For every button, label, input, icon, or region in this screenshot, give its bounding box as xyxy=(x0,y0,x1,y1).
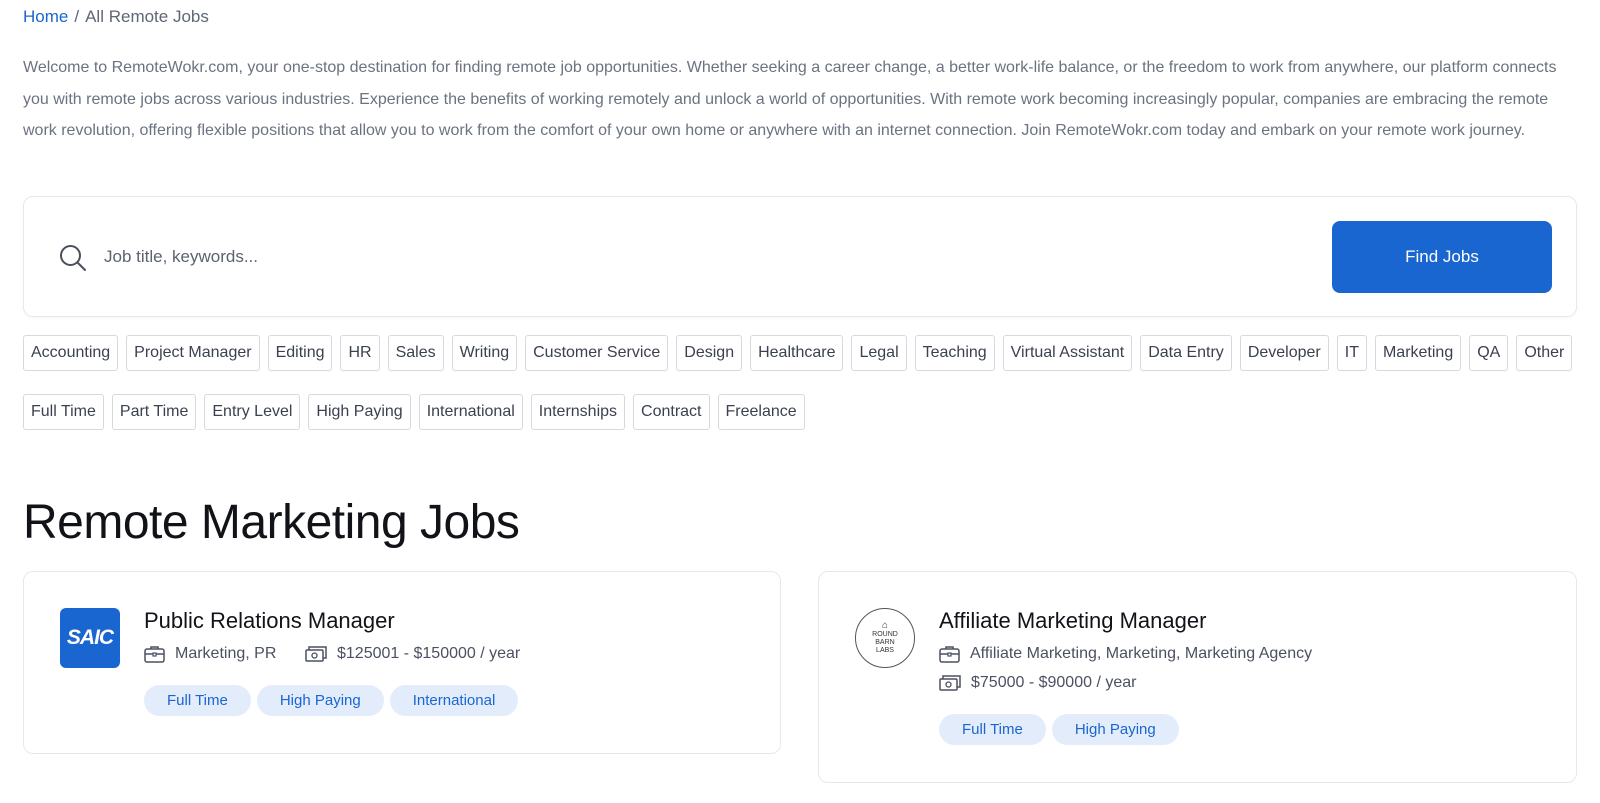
salary-text: $75000 - $90000 / year xyxy=(971,674,1137,691)
category-tag-writing[interactable]: Writing xyxy=(451,335,518,371)
find-jobs-button[interactable]: Find Jobs xyxy=(1332,221,1552,293)
job-tag-high-paying[interactable]: High Paying xyxy=(256,685,384,716)
category-tag-hr[interactable]: HR xyxy=(340,335,380,371)
category-tag-teaching[interactable]: Teaching xyxy=(914,335,995,371)
job-categories: Marketing, PR xyxy=(144,645,276,663)
breadcrumb-current: All Remote Jobs xyxy=(85,7,209,26)
section-title: Remote Marketing Jobs xyxy=(23,496,520,549)
briefcase-icon xyxy=(144,646,165,663)
money-icon xyxy=(305,646,327,662)
job-salary: $75000 - $90000 / year xyxy=(939,674,1136,692)
breadcrumb: Home / All Remote Jobs xyxy=(23,7,209,27)
salary-text: $125001 - $150000 / year xyxy=(337,645,521,662)
category-tag-editing[interactable]: Editing xyxy=(267,335,333,371)
job-type-tag-entry-level[interactable]: Entry Level xyxy=(204,394,301,430)
category-tag-healthcare[interactable]: Healthcare xyxy=(750,335,844,371)
job-card[interactable]: SAIC Public Relations Manager Marketing,… xyxy=(23,571,781,754)
job-type-tag-part-time[interactable]: Part Time xyxy=(111,394,197,430)
category-tags: Accounting Project Manager Editing HR Sa… xyxy=(23,335,1573,371)
category-tag-marketing[interactable]: Marketing xyxy=(1374,335,1462,371)
category-tag-sales[interactable]: Sales xyxy=(387,335,444,371)
intro-text: Welcome to RemoteWokr.com, your one-stop… xyxy=(23,59,1557,139)
logo-text-round: ROUND xyxy=(872,631,898,638)
search-icon xyxy=(60,245,86,271)
job-type-tag-international[interactable]: International xyxy=(418,394,523,430)
category-tag-project-manager[interactable]: Project Manager xyxy=(126,335,260,371)
job-type-tag-high-paying[interactable]: High Paying xyxy=(308,394,411,430)
job-category-text: Affiliate Marketing, Marketing, Marketin… xyxy=(970,645,1313,662)
job-tag-international[interactable]: International xyxy=(389,685,519,716)
company-logo: SAIC xyxy=(60,608,120,668)
job-type-tag-freelance[interactable]: Freelance xyxy=(717,394,805,430)
company-logo: ⌂ ROUND BARN LABS xyxy=(855,608,915,668)
house-icon: ⌂ xyxy=(881,620,889,631)
job-type-tag-contract[interactable]: Contract xyxy=(633,394,710,430)
job-tag-high-paying[interactable]: High Paying xyxy=(1051,714,1179,745)
job-tags: Full Time High Paying International xyxy=(144,685,519,716)
category-tag-virtual-assistant[interactable]: Virtual Assistant xyxy=(1002,335,1133,371)
category-tag-it[interactable]: IT xyxy=(1336,335,1367,371)
search-box: Find Jobs xyxy=(23,196,1577,317)
job-salary: $125001 - $150000 / year xyxy=(305,645,520,663)
category-tag-other[interactable]: Other xyxy=(1516,335,1573,371)
job-card[interactable]: ⌂ ROUND BARN LABS Affiliate Marketing Ma… xyxy=(818,571,1577,783)
job-categories: Affiliate Marketing, Marketing, Marketin… xyxy=(939,645,1312,663)
job-title[interactable]: Public Relations Manager xyxy=(144,608,395,634)
job-tag-full-time[interactable]: Full Time xyxy=(939,714,1046,745)
money-icon xyxy=(939,675,961,691)
category-tag-legal[interactable]: Legal xyxy=(851,335,907,371)
category-tag-accounting[interactable]: Accounting xyxy=(23,335,119,371)
job-type-tag-internships[interactable]: Internships xyxy=(530,394,626,430)
category-tag-qa[interactable]: QA xyxy=(1469,335,1509,371)
logo-text-barn: BARN xyxy=(875,639,895,646)
category-tag-customer-service[interactable]: Customer Service xyxy=(525,335,669,371)
job-tags: Full Time High Paying xyxy=(939,714,1179,745)
breadcrumb-home-link[interactable]: Home xyxy=(23,7,68,26)
job-type-tag-full-time[interactable]: Full Time xyxy=(23,394,104,430)
category-tag-design[interactable]: Design xyxy=(676,335,743,371)
job-title[interactable]: Affiliate Marketing Manager xyxy=(939,608,1206,634)
briefcase-icon xyxy=(939,646,960,663)
job-tag-full-time[interactable]: Full Time xyxy=(144,685,251,716)
category-tag-developer[interactable]: Developer xyxy=(1239,335,1329,371)
category-tag-data-entry[interactable]: Data Entry xyxy=(1140,335,1232,371)
logo-text-labs: LABS xyxy=(876,647,894,654)
search-input[interactable] xyxy=(104,237,1104,277)
job-type-tags: Full Time Part Time Entry Level High Pay… xyxy=(23,394,805,430)
job-category-text: Marketing, PR xyxy=(175,645,277,662)
breadcrumb-separator: / xyxy=(74,7,80,26)
